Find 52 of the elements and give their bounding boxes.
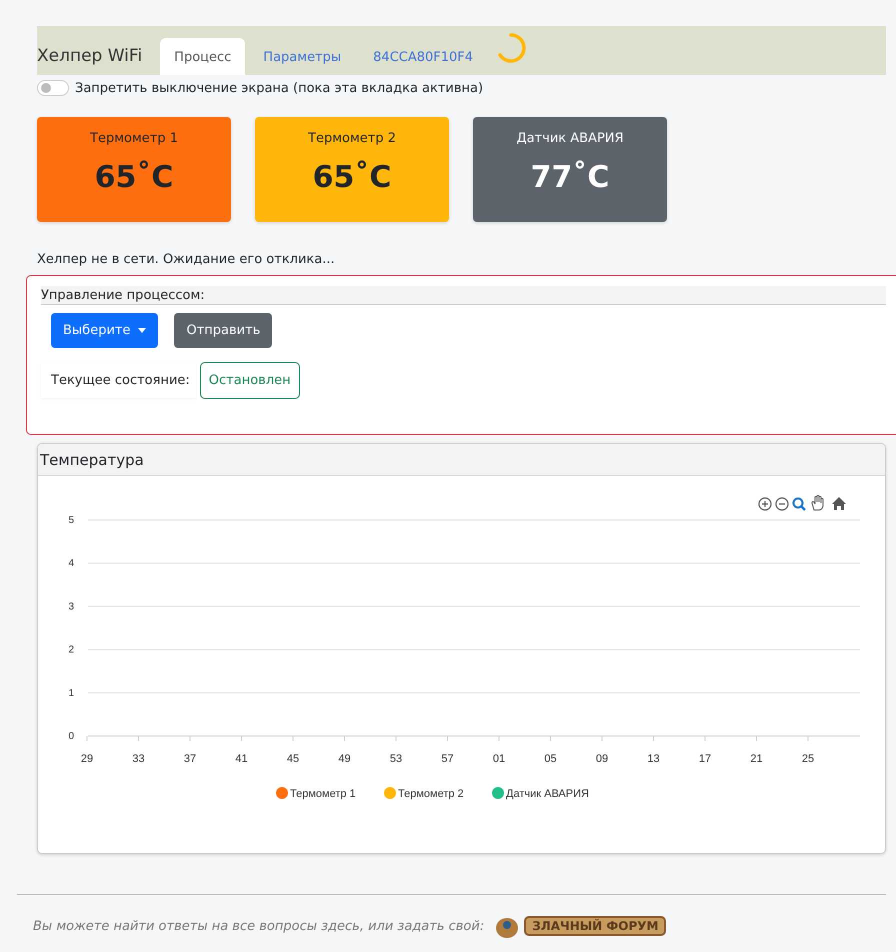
x-tick-label: 49 — [338, 753, 351, 765]
sensor-temperature: 77˚C — [530, 160, 610, 195]
x-tick-label: 01 — [492, 753, 506, 765]
sensor-name: Датчик АВАРИЯ — [516, 131, 624, 146]
x-tick-label: 21 — [750, 753, 763, 765]
chart-title: Температура — [38, 444, 885, 476]
x-tick-label: 41 — [235, 753, 248, 765]
nav-tab[interactable]: Параметры — [249, 38, 356, 75]
zoom-in-icon[interactable] — [758, 497, 772, 511]
x-tick-label: 37 — [184, 753, 196, 765]
x-tick-label: 45 — [286, 753, 300, 765]
home-icon[interactable] — [832, 497, 846, 510]
sensor-temperature: 65˚C — [312, 160, 392, 195]
sensor-name: Термометр 1 — [90, 131, 178, 146]
state-badge: Остановлен — [200, 362, 300, 399]
x-tick-label: 29 — [80, 753, 94, 765]
sensor-name: Термометр 2 — [308, 131, 396, 146]
y-tick-label: 1 — [68, 688, 74, 699]
y-tick-label: 4 — [68, 558, 74, 570]
y-tick-label: 0 — [68, 731, 74, 742]
y-tick-label: 2 — [68, 644, 74, 656]
logo-text: ЗЛАЧНЫЙ ФОРУМ — [524, 916, 666, 936]
x-tick-label: 53 — [390, 753, 402, 765]
x-tick-label: 33 — [132, 753, 145, 765]
hand-icon[interactable] — [812, 495, 824, 510]
forum-logo[interactable]: ЗЛАЧНЫЙ ФОРУМ — [494, 913, 666, 939]
state-label: Текущее состояние: — [41, 363, 196, 398]
control-title: Управление процессом: — [41, 286, 886, 305]
x-tick-label: 13 — [647, 753, 660, 765]
x-tick-label: 25 — [802, 753, 814, 765]
toggle-label: Запретить выключение экрана (пока эта вкладка активна) — [75, 80, 484, 96]
legend-label[interactable]: Термометр 2 — [398, 788, 464, 800]
status-message: Хелпер не в сети. Ожидание его отклика... — [37, 252, 336, 267]
x-tick-label: 05 — [544, 753, 557, 765]
x-tick-label: 09 — [596, 753, 608, 765]
caret-icon — [138, 328, 146, 333]
select-dropdown[interactable]: Выберите — [51, 313, 158, 348]
legend-label[interactable]: Термометр 1 — [290, 788, 356, 800]
send-button[interactable]: Отправить — [174, 313, 272, 348]
footer-text: Вы можете найти ответы на все вопросы здесь, или задать свой: — [33, 918, 484, 934]
x-tick-label: 17 — [698, 753, 712, 765]
toggle-switch[interactable] — [37, 80, 69, 96]
nav-tab[interactable]: Процесс — [160, 38, 246, 75]
nav-tab[interactable]: 84CCA80F10F4 — [359, 38, 488, 75]
zoom-out-icon[interactable] — [775, 497, 789, 511]
brand-title: Хелпер WiFi — [37, 46, 144, 68]
legend-label[interactable]: Датчик АВАРИЯ — [506, 788, 589, 800]
sensor-temperature: 65˚C — [94, 160, 174, 195]
search-icon[interactable] — [792, 498, 806, 511]
x-tick-label: 57 — [441, 753, 454, 765]
y-tick-label: 3 — [68, 601, 74, 612]
y-tick-label: 5 — [68, 515, 74, 526]
